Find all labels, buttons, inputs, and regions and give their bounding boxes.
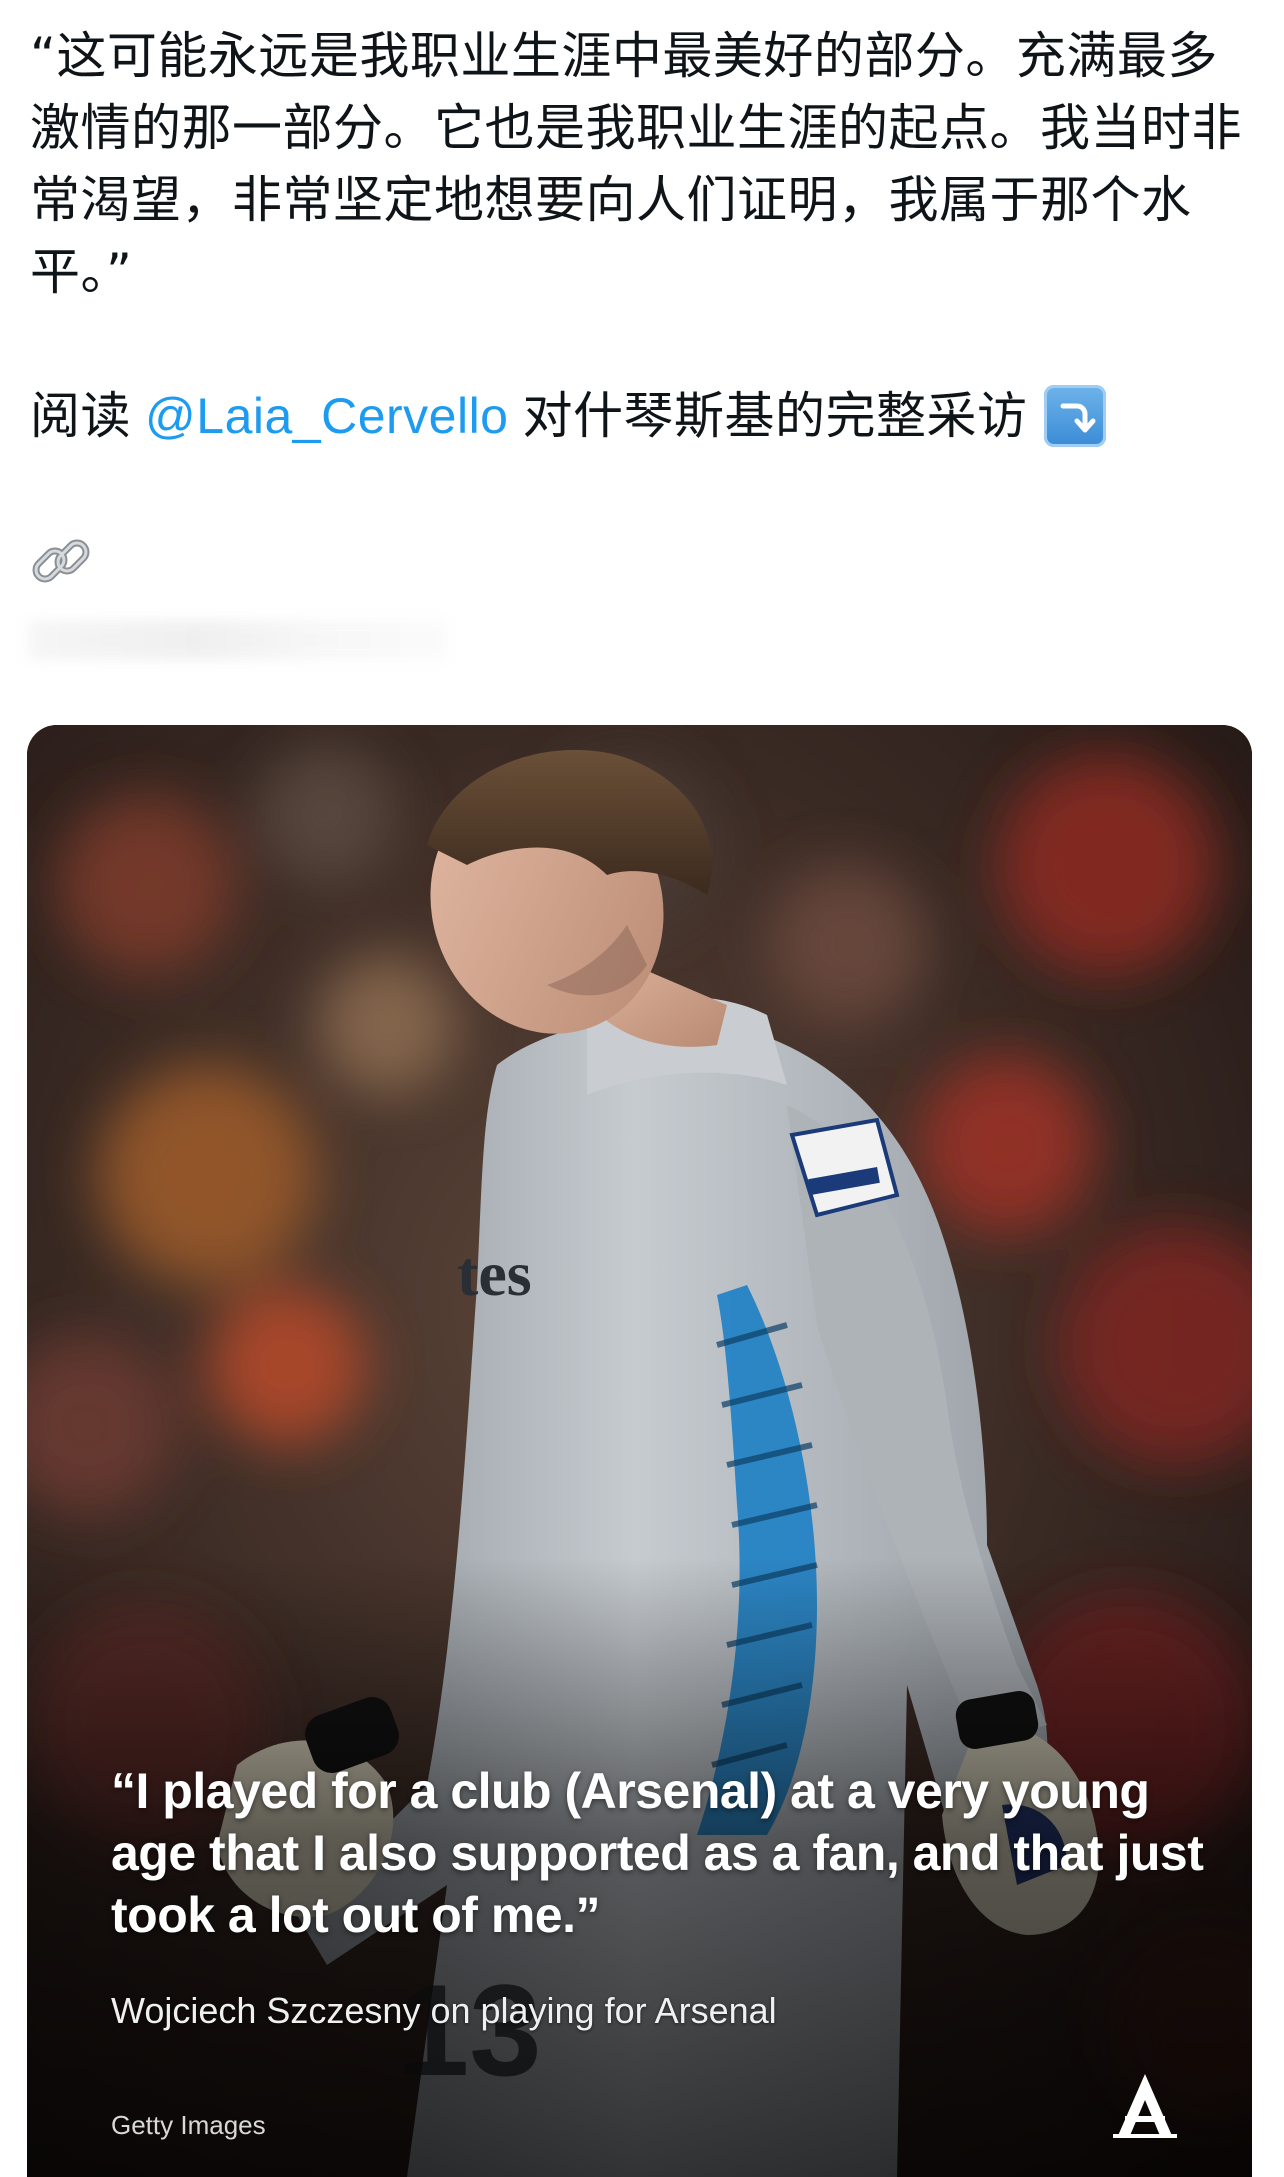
- chain-link-icon[interactable]: [28, 528, 94, 598]
- read-prefix: 阅读: [30, 387, 131, 445]
- read-suffix: 对什琴斯基的完整采访: [522, 387, 1028, 445]
- tweet-text: “这可能永远是我职业生涯中最美好的部分。充满最多激情的那一部分。它也是我职业生涯…: [30, 27, 1242, 301]
- quote-text: “I played for a club (Arsenal) at a very…: [111, 1763, 1204, 1943]
- sponsor-fragment: tes: [457, 1238, 532, 1309]
- media-card[interactable]: tes 13 “I played for a club (Arsenal) at…: [27, 725, 1252, 2177]
- link-preview-placeholder: [28, 620, 448, 660]
- photo-credit: Getty Images: [111, 2110, 266, 2140]
- mention-link[interactable]: @Laia_Cervello: [145, 380, 509, 452]
- the-athletic-logo-icon: [1113, 2074, 1177, 2138]
- quote-caption: Wojciech Szczesny on playing for Arsenal: [111, 1990, 777, 2031]
- tweet-body: “这可能永远是我职业生涯中最美好的部分。充满最多激情的那一部分。它也是我职业生涯…: [30, 20, 1250, 452]
- read-interview-line: 阅读 @Laia_Cervello 对什琴斯基的完整采访: [30, 380, 1250, 452]
- arrow-curving-down-icon: [1043, 385, 1106, 447]
